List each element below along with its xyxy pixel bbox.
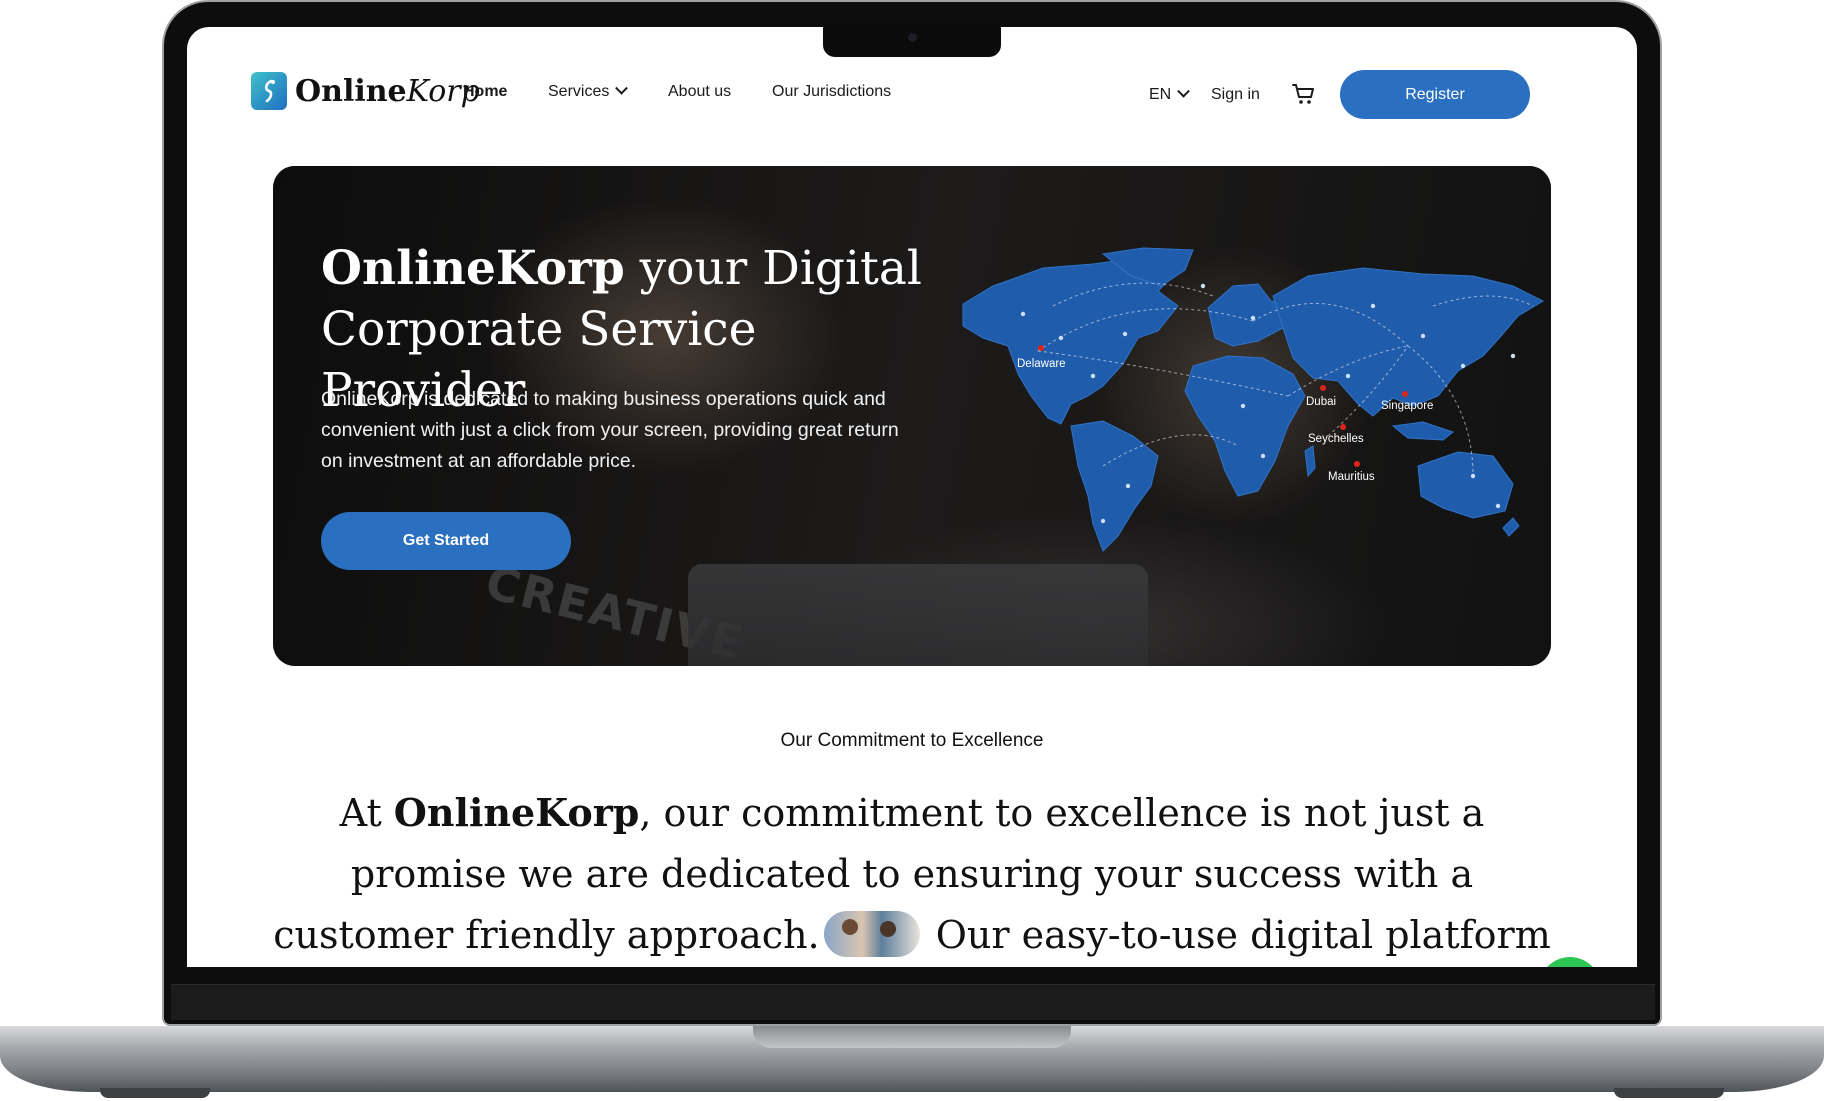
cart-icon[interactable]	[1292, 83, 1316, 110]
logo-mark-icon	[251, 72, 287, 110]
get-started-label: Get Started	[402, 532, 490, 549]
map-label-seychelles: Seychelles	[1308, 433, 1364, 445]
chevron-down-icon	[615, 81, 629, 95]
chevron-down-icon	[1177, 84, 1191, 98]
nav-label: Services	[548, 83, 610, 100]
register-button[interactable]: Register	[1340, 70, 1530, 119]
commitment-text: At OnlineKorp, our commitment to excelle…	[273, 790, 1551, 957]
nav-label: Our Jurisdictions	[772, 83, 892, 100]
sign-in-label: Sign in	[1211, 86, 1260, 103]
laptop-foot	[1614, 1088, 1724, 1098]
map-label-delaware: Delaware	[1017, 358, 1066, 370]
laptop-chin	[171, 984, 1655, 1020]
map-label-dubai: Dubai	[1306, 396, 1337, 408]
camera-notch	[823, 25, 1001, 57]
team-photo-pill	[823, 910, 920, 957]
logo-text: OnlineKorp	[295, 73, 480, 109]
laptop-foot	[100, 1088, 210, 1098]
browser-viewport: OnlineKorp Home Services About us Our Ju…	[187, 27, 1637, 967]
nav-about-us[interactable]: About us	[668, 83, 731, 101]
nav-label: Home	[463, 83, 508, 100]
site-logo[interactable]: OnlineKorp	[251, 72, 480, 110]
hero-banner: CREATIVE Delaware Dubai Singapore Seyche…	[273, 166, 1551, 666]
world-map-image: Delaware Dubai Singapore Seychelles Maur…	[953, 246, 1551, 586]
nav-label: About us	[668, 83, 732, 100]
laptop-hinge	[753, 1026, 1071, 1048]
camera-icon	[908, 33, 917, 42]
nav-services[interactable]: Services	[548, 81, 629, 101]
laptop-mockup: OnlineKorp Home Services About us Our Ju…	[0, 0, 1824, 1101]
hero-description: OnlineKorp is dedicated to making busine…	[321, 388, 899, 472]
nav-our-jurisdictions[interactable]: Our Jurisdictions	[772, 83, 891, 101]
sign-in-link[interactable]: Sign in	[1211, 86, 1260, 104]
nav-home[interactable]: Home	[463, 83, 507, 101]
commitment-eyebrow: Our Commitment to Excellence	[780, 730, 1044, 751]
language-label: EN	[1149, 86, 1172, 103]
get-started-button[interactable]: Get Started	[321, 512, 571, 570]
language-selector[interactable]: EN	[1149, 84, 1191, 104]
map-label-mauritius: Mauritius	[1328, 471, 1375, 483]
register-label: Register	[1405, 85, 1465, 103]
map-label-singapore: Singapore	[1381, 400, 1434, 412]
